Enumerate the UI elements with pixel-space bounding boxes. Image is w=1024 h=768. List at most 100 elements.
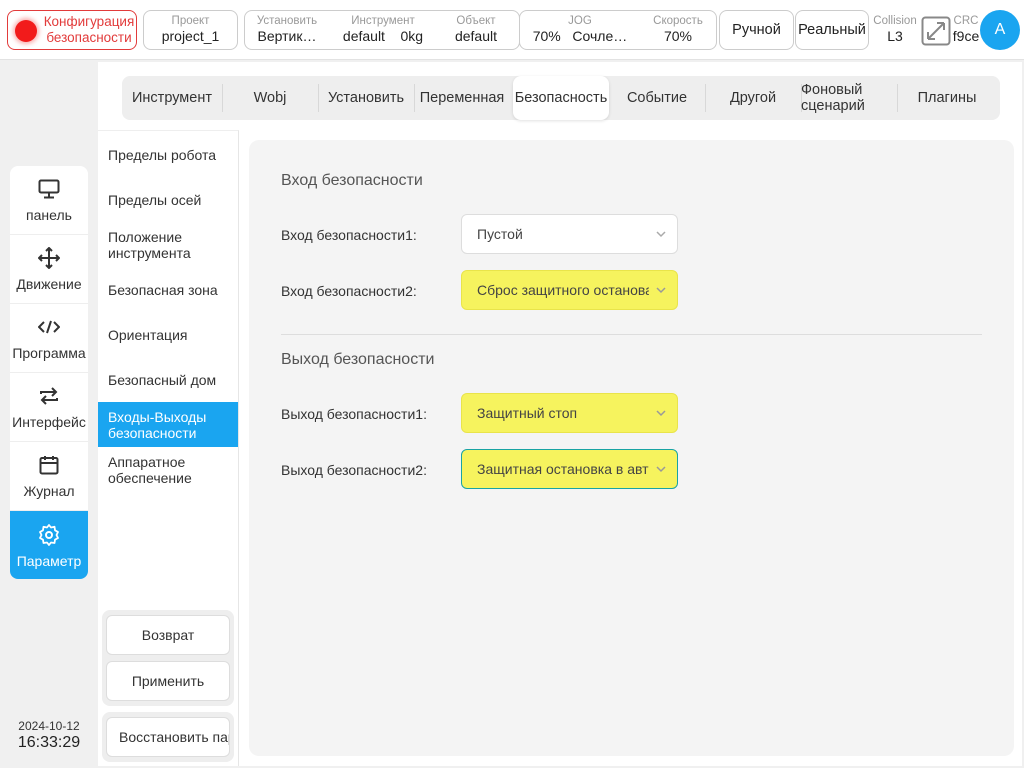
safety-io-content: Вход безопасности Вход безопасности1: Пу…: [249, 140, 1014, 756]
tool-load: 0kg: [400, 28, 424, 44]
speed-label: Скорость: [653, 15, 703, 27]
safety-input-1-select[interactable]: Пустой: [461, 214, 678, 254]
safety-output-title: Выход безопасности: [281, 351, 435, 368]
install-field[interactable]: Установить Вертик…: [247, 14, 327, 45]
move-icon: [38, 246, 60, 270]
subnav-orientation[interactable]: Ориентация: [98, 327, 238, 343]
action-button-group: Возврат Применить: [102, 610, 234, 706]
current-date: 2024-10-12: [18, 719, 80, 733]
tab-safety[interactable]: Безопасность: [513, 76, 609, 120]
subnav-robot-limits[interactable]: Пределы робота: [98, 147, 238, 163]
restore-defaults-button[interactable]: Восстановить параметры: [106, 717, 230, 757]
restore-button-group: Восстановить параметры: [102, 712, 234, 762]
subnav-hardware[interactable]: Аппаратное обеспечение: [98, 454, 218, 486]
settings-tabs: Инструмент Wobj Установить Переменная Бе…: [122, 76, 1000, 120]
chevron-down-icon: [655, 227, 667, 243]
install-label: Установить: [256, 15, 318, 27]
tab-other[interactable]: Другой: [705, 76, 801, 120]
subnav-safety-io-label: Входы-Выходы безопасности: [108, 408, 207, 441]
nav-item-parameter[interactable]: Параметр: [10, 511, 88, 579]
subnav-safe-home[interactable]: Безопасный дом: [98, 372, 238, 388]
clock: 2024-10-12 16:33:29: [0, 719, 98, 753]
crc-value: f9ce: [952, 28, 980, 44]
safety-input-1-value: Пустой: [477, 226, 523, 242]
code-icon: [38, 315, 60, 339]
chevron-down-icon: [655, 462, 667, 478]
swap-icon: [38, 384, 60, 408]
subnav-safety-io[interactable]: Входы-Выходы безопасности: [98, 402, 238, 447]
chevron-down-icon: [655, 283, 667, 299]
subnav-safe-zone[interactable]: Безопасная зона: [98, 282, 238, 298]
tab-variable[interactable]: Переменная: [414, 76, 510, 120]
jog-percent: 70%: [532, 28, 561, 44]
monitor-icon: [38, 177, 60, 201]
safety-input-2-value: Сброс защитного останова: [477, 282, 649, 298]
jog-mode: Сочле…: [572, 28, 628, 44]
calendar-icon: [39, 453, 59, 477]
object-value: default: [454, 28, 498, 44]
safety-output-2-value: Защитная остановка в авт: [477, 461, 649, 477]
safety-output-2-select[interactable]: Защитная остановка в авт: [461, 449, 678, 489]
safety-output-2-label: Выход безопасности2:: [281, 462, 427, 478]
back-button[interactable]: Возврат: [106, 615, 230, 655]
tab-install[interactable]: Установить: [318, 76, 414, 120]
alarm-indicator-icon: [15, 20, 37, 42]
chevron-down-icon: [655, 406, 667, 422]
tab-background-script[interactable]: Фоновый сценарий: [801, 76, 897, 120]
user-avatar[interactable]: A: [980, 10, 1020, 50]
speed-field[interactable]: Скорость 70%: [642, 14, 714, 45]
main-panel: Инструмент Wobj Установить Переменная Бе…: [98, 62, 1022, 766]
project-label: Проект: [171, 15, 210, 27]
section-divider: [281, 334, 982, 335]
current-time: 16:33:29: [17, 734, 81, 751]
subnav-joint-limits[interactable]: Пределы осей: [98, 192, 238, 208]
tool-label: Инструмент: [351, 15, 415, 27]
config-group: Установить Вертик… Инструмент default 0k…: [244, 10, 520, 50]
project-value: project_1: [161, 28, 220, 44]
nav-item-label: панель: [26, 207, 72, 223]
object-label: Объект: [456, 15, 496, 27]
tab-plugins[interactable]: Плагины: [897, 76, 997, 120]
nav-item-motion[interactable]: Движение: [10, 235, 88, 304]
safety-input-1-label: Вход безопасности1:: [281, 227, 417, 243]
safety-output-1-select[interactable]: Защитный стоп: [461, 393, 678, 433]
apply-button[interactable]: Применить: [106, 661, 230, 701]
tab-event[interactable]: Событие: [609, 76, 705, 120]
collision-value: L3: [887, 28, 903, 44]
nav-item-label: Журнал: [23, 483, 75, 499]
safety-input-2-label: Вход безопасности2:: [281, 283, 417, 299]
tool-field[interactable]: Инструмент default 0kg: [333, 14, 433, 45]
nav-item-label: Движение: [16, 276, 82, 292]
nav-item-label: Параметр: [16, 552, 82, 569]
safety-output-1-label: Выход безопасности1:: [281, 406, 427, 422]
nav-item-program[interactable]: Программа: [10, 304, 88, 373]
manual-mode-button[interactable]: Ручной: [719, 10, 794, 50]
motion-group: JOG 70% Сочле… Скорость 70%: [519, 10, 717, 50]
expand-icon[interactable]: [921, 16, 951, 46]
collision-label: Collision: [873, 15, 917, 27]
nav-item-panel[interactable]: панель: [10, 166, 88, 235]
top-bar: Конфигурация безопасности Проект project…: [0, 0, 1024, 60]
real-mode-button[interactable]: Реальный: [795, 10, 869, 50]
nav-item-interface[interactable]: Интерфейс: [10, 373, 88, 442]
tab-wobj[interactable]: Wobj: [222, 76, 318, 120]
gear-icon: [38, 523, 60, 547]
install-value: Вертик…: [257, 28, 317, 44]
safety-input-2-select[interactable]: Сброс защитного останова: [461, 270, 678, 310]
subnav-tool-position[interactable]: Положение инструмента: [98, 229, 218, 261]
collision-status: Collision L3: [872, 14, 918, 45]
nav-item-label: Программа: [12, 345, 86, 361]
speed-value: 70%: [663, 28, 693, 44]
jog-field[interactable]: JOG 70% Сочле…: [524, 14, 636, 45]
safety-input-title: Вход безопасности: [281, 172, 423, 189]
object-field[interactable]: Объект default: [441, 14, 511, 45]
tab-tool[interactable]: Инструмент: [122, 76, 222, 120]
nav-item-journal[interactable]: Журнал: [10, 442, 88, 511]
jog-label: JOG: [568, 15, 592, 27]
safety-config-button[interactable]: Конфигурация безопасности: [7, 10, 137, 50]
project-selector[interactable]: Проект project_1: [143, 10, 238, 50]
crc-status: CRC f9ce: [951, 14, 981, 45]
tool-value: default: [342, 28, 385, 44]
safety-subnav: Пределы робота Пределы осей Положение ин…: [98, 130, 239, 766]
crc-label: CRC: [953, 15, 979, 27]
